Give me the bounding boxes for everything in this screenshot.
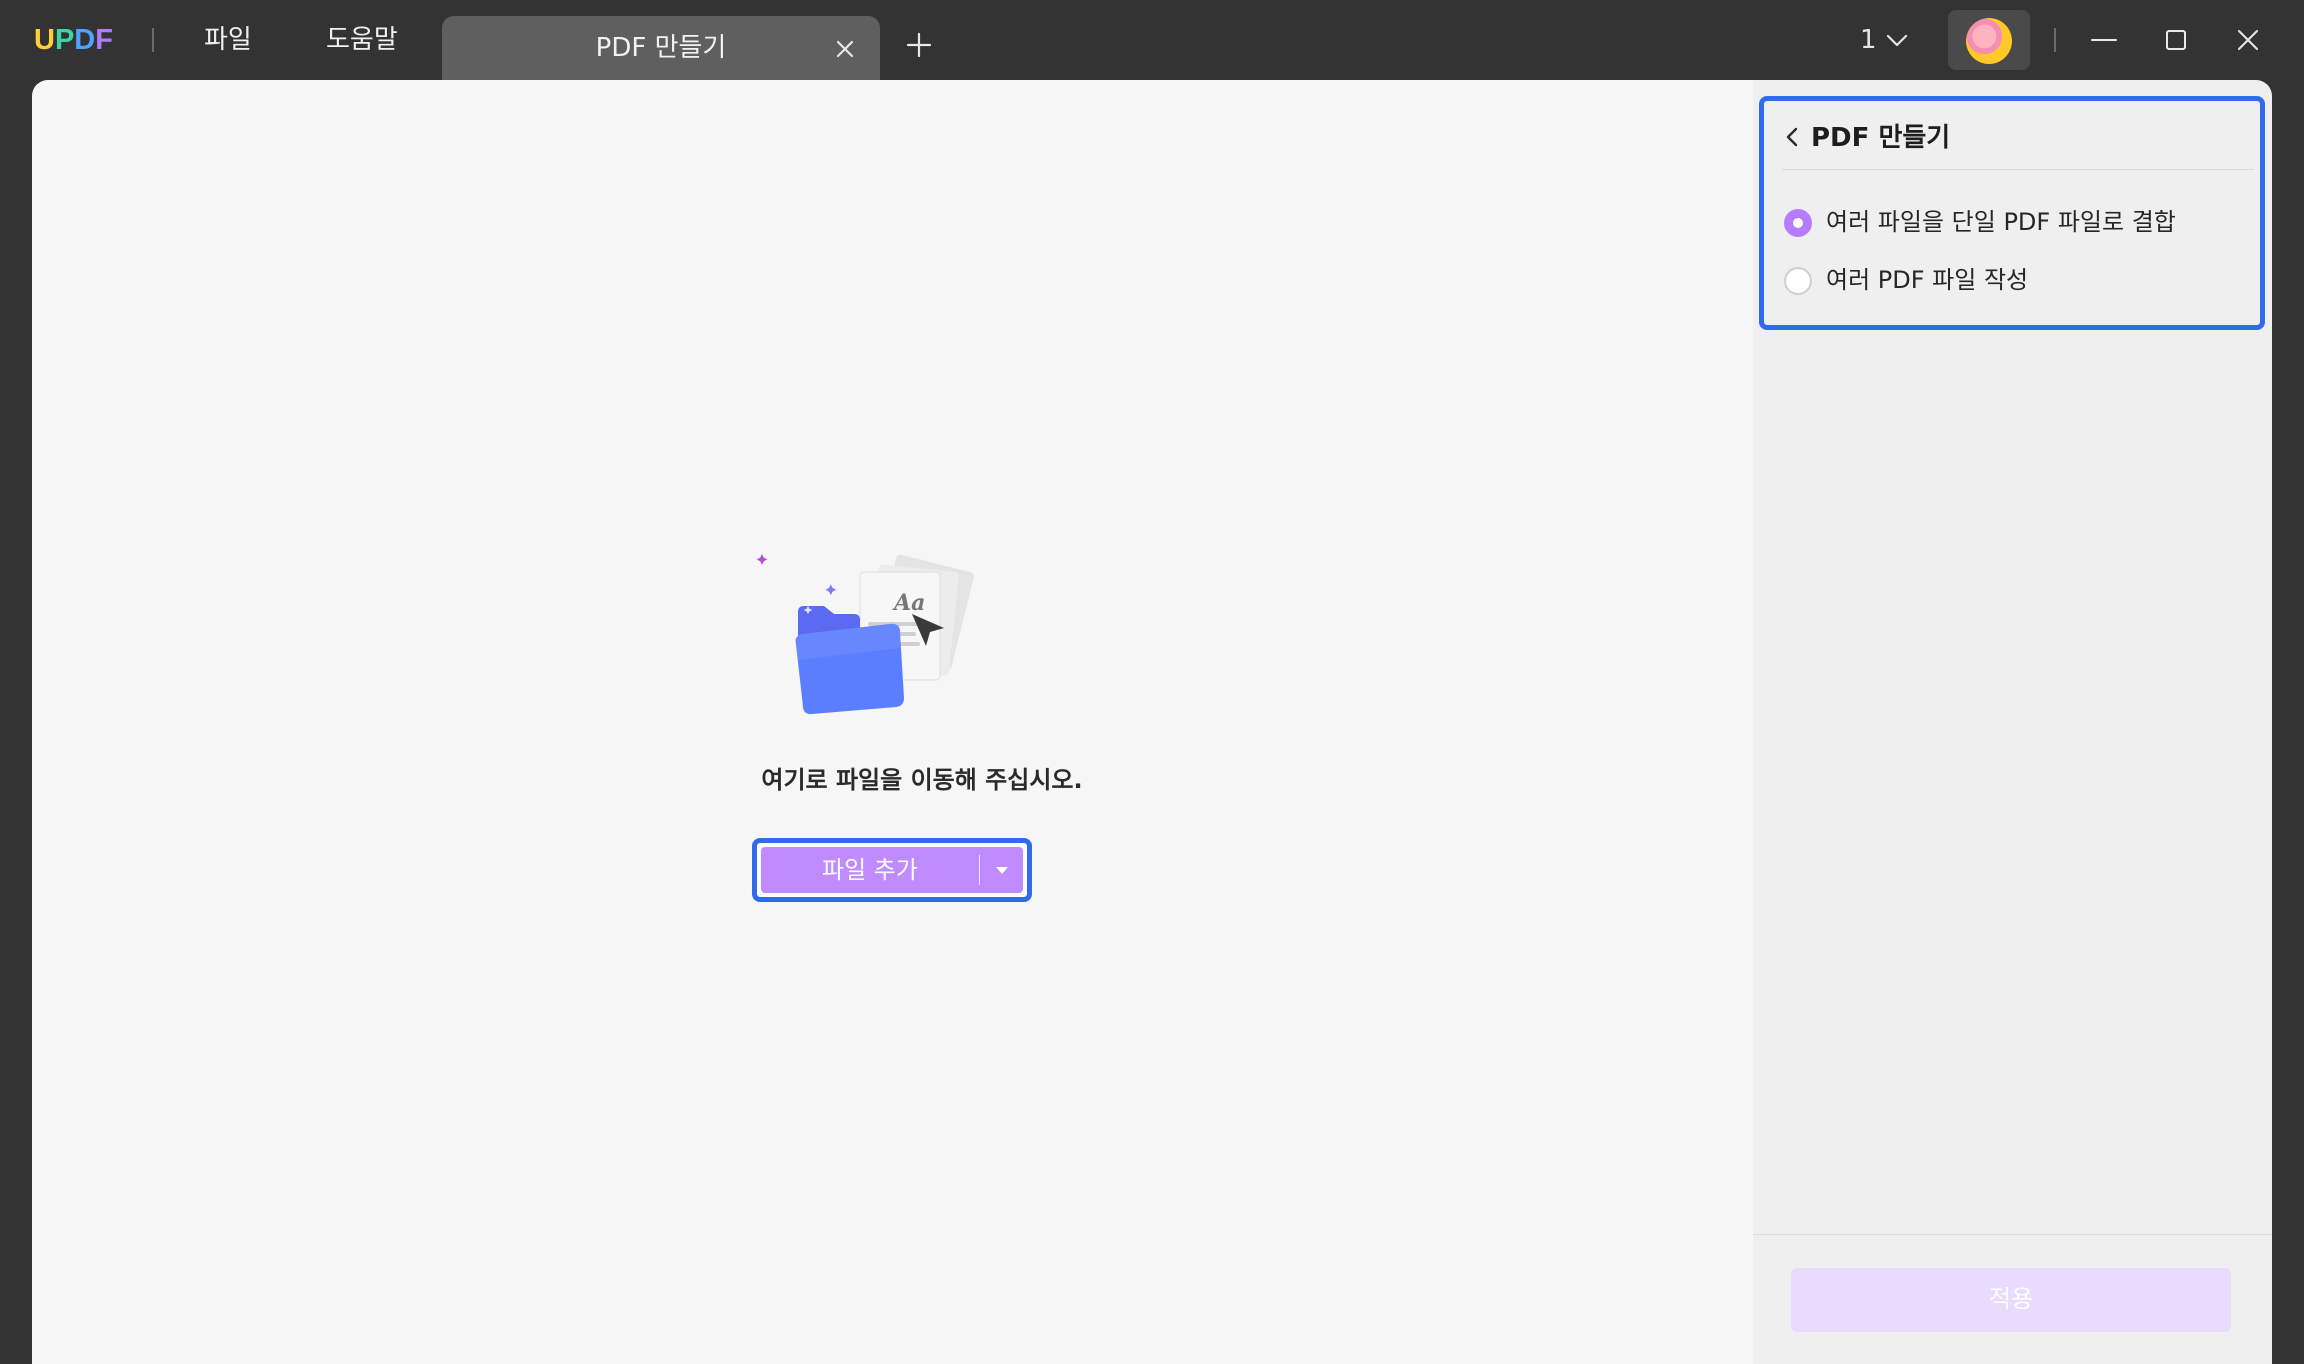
logo-letter: F (95, 24, 113, 56)
window-close-icon[interactable] (2232, 24, 2264, 56)
add-file-label: 파일 추가 (822, 856, 918, 884)
drop-message: 여기로 파일을 이동해 주십시오. (761, 766, 1083, 794)
page-indicator[interactable]: 1 (1860, 22, 1877, 58)
option-label: 여러 PDF 파일 작성 (1826, 266, 2029, 294)
menu-file[interactable]: 파일 (204, 22, 252, 58)
options-card: PDF 만들기 여러 파일을 단일 PDF 파일로 결합 여러 PDF 파일 작… (1759, 96, 2265, 330)
panel-title: PDF 만들기 (1811, 123, 1951, 153)
app-window: UPDF 파일 도움말 PDF 만들기 1 Aa 여기로 파일을 이동해 주십시… (0, 0, 2304, 1364)
apply-button[interactable]: 적용 (1791, 1268, 2231, 1332)
tab-title: PDF 만들기 (595, 33, 727, 63)
updf-logo: UPDF (34, 22, 113, 58)
logo-letter: P (54, 24, 75, 56)
tab-create-pdf[interactable]: PDF 만들기 (442, 16, 880, 80)
create-pdf-panel: PDF 만들기 여러 파일을 단일 PDF 파일로 결합 여러 PDF 파일 작… (1753, 80, 2272, 1364)
titlebar-divider (2054, 28, 2056, 52)
title-bar: UPDF 파일 도움말 PDF 만들기 1 (0, 0, 2304, 80)
close-icon[interactable] (830, 34, 860, 64)
svg-text:Aa: Aa (892, 590, 925, 616)
radio-button[interactable] (1784, 209, 1812, 237)
folder-illustration-icon: Aa (756, 554, 975, 715)
button-split-divider (979, 855, 980, 885)
logo-letter: D (74, 24, 96, 56)
caret-down-icon[interactable] (989, 857, 1015, 883)
avatar (1966, 18, 2012, 64)
option-label: 여러 파일을 단일 PDF 파일로 결합 (1826, 208, 2176, 236)
add-file-button-group: 파일 추가 (752, 838, 1032, 902)
titlebar-divider (152, 28, 154, 52)
chevron-left-icon[interactable] (1782, 125, 1802, 149)
drop-zone[interactable]: Aa 여기로 파일을 이동해 주십시오. 파일 추가 (32, 80, 1753, 1364)
minimize-icon[interactable] (2088, 24, 2120, 56)
avatar-button[interactable] (1948, 10, 2030, 70)
logo-letter: U (34, 24, 55, 56)
maximize-icon[interactable] (2160, 24, 2192, 56)
radio-button[interactable] (1784, 267, 1812, 295)
panel-footer-divider (1753, 1234, 2272, 1235)
add-file-button[interactable]: 파일 추가 (761, 847, 1023, 893)
menu-help[interactable]: 도움말 (326, 22, 398, 58)
chevron-down-icon[interactable] (1884, 28, 1910, 54)
panel-divider (1782, 169, 2254, 170)
add-tab-icon[interactable] (904, 30, 934, 60)
